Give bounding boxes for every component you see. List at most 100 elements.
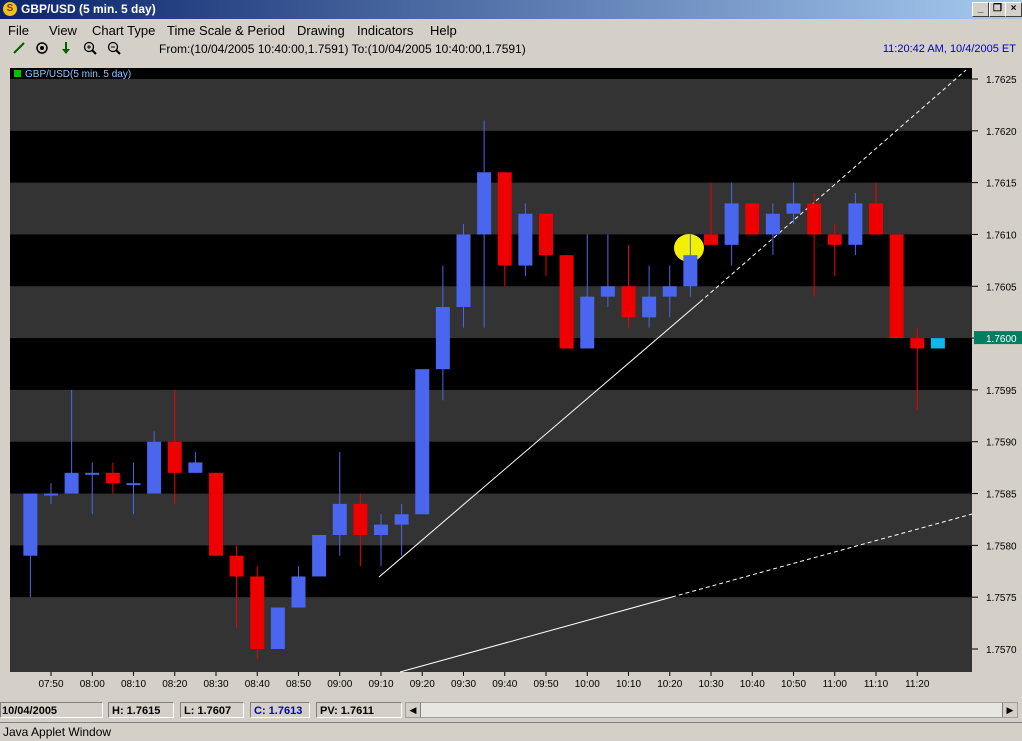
restore-icon[interactable]: ❐	[989, 2, 1006, 17]
scroll-right-icon[interactable]: ▶	[1002, 703, 1017, 717]
grid-band	[10, 649, 972, 672]
x-tick-label: 08:00	[80, 679, 105, 690]
candle-body	[23, 493, 38, 556]
candle-body	[724, 203, 739, 245]
x-tick-label: 08:30	[203, 679, 228, 690]
candle-body	[291, 576, 306, 608]
y-tick-label: 1.7575	[986, 593, 1017, 604]
candle-body	[559, 255, 574, 349]
candle-body	[167, 441, 182, 473]
candle-body	[105, 472, 120, 484]
candle-body	[374, 524, 388, 535]
minimize-icon[interactable]: _	[972, 2, 989, 17]
x-tick-label: 07:50	[38, 679, 63, 690]
candle-body	[188, 462, 203, 473]
x-tick-label: 08:40	[245, 679, 270, 690]
candle-body	[477, 172, 492, 235]
x-tick-label: 10:10	[616, 679, 641, 690]
x-tick-label: 11:20	[905, 679, 930, 690]
x-tick-label: 08:50	[286, 679, 311, 690]
y-tick-label: 1.7605	[986, 282, 1017, 293]
status-close: C: 1.7613	[250, 702, 310, 718]
candle-body	[435, 307, 450, 370]
arrow-down-tool-icon[interactable]	[57, 41, 75, 57]
grid-band	[10, 493, 972, 546]
menu-drawing[interactable]: Drawing	[297, 23, 345, 38]
application-icon: S	[3, 2, 17, 16]
x-tick-label: 10:30	[698, 679, 723, 690]
candlestick-chart[interactable]: 1.7625 1.7620 1.7615 1.7610 1.7605 1.7600 1.75…	[0, 60, 1022, 700]
candle-body	[85, 472, 100, 475]
scroll-left-icon[interactable]: ◀	[406, 703, 421, 717]
candle-body	[930, 338, 945, 349]
candle-body	[415, 369, 430, 515]
close-icon[interactable]: ×	[1005, 2, 1022, 17]
zoom-out-icon[interactable]	[105, 41, 123, 57]
menu-chart-type[interactable]: Chart Type	[92, 23, 155, 38]
candle-body	[229, 555, 244, 577]
candle-body	[44, 493, 58, 496]
candle-body	[621, 286, 636, 318]
plot-background	[10, 68, 972, 672]
y-tick-label: 1.7620	[986, 127, 1017, 138]
menu-help[interactable]: Help	[430, 23, 457, 38]
range-readout: From:(10/04/2005 10:40:00,1.7591) To:(10…	[159, 42, 526, 56]
y-tick-label: 1.7610	[986, 230, 1017, 241]
chart-area[interactable]: 1.7625 1.7620 1.7615 1.7610 1.7605 1.7600 1.75…	[0, 60, 1022, 700]
candle-body	[250, 576, 265, 649]
menu-time-scale[interactable]: Time Scale & Period	[167, 23, 285, 38]
candle-body	[765, 213, 780, 235]
candle-body	[662, 286, 677, 297]
menu-view[interactable]: View	[49, 23, 77, 38]
x-tick-label: 11:00	[823, 679, 848, 690]
x-tick-label: 09:10	[368, 679, 393, 690]
clock-readout: 11:20:42 AM, 10/4/2005 ET	[882, 43, 1016, 55]
x-tick-label: 09:40	[492, 679, 517, 690]
candle-body	[456, 234, 471, 307]
candle-body	[683, 255, 698, 287]
candle-body	[332, 503, 347, 535]
candle-body	[848, 203, 863, 245]
grid-band	[10, 286, 972, 339]
candle-body	[270, 607, 285, 649]
window-title: GBP/USD (5 min. 5 day)	[21, 2, 156, 16]
candle-body	[64, 472, 79, 494]
x-tick-label: 10:50	[781, 679, 806, 690]
y-tick-label: 1.7570	[986, 645, 1017, 656]
grid-band	[10, 79, 972, 131]
status-pv: PV: 1.7611	[316, 702, 402, 718]
y-tick-label: 1.7590	[986, 438, 1017, 449]
candle-body	[910, 338, 925, 349]
x-tick-label: 11:10	[864, 679, 889, 690]
point-tool-icon[interactable]	[33, 41, 51, 57]
candle-body	[539, 213, 553, 256]
status-datetime: 10/04/2005 10:35:00	[0, 702, 103, 733]
x-tick-label: 08:20	[162, 679, 187, 690]
menu-indicators[interactable]: Indicators	[357, 23, 413, 38]
candle-body	[312, 535, 327, 577]
candle-body	[126, 483, 141, 486]
x-tick-label: 09:20	[410, 679, 435, 690]
y-tick-label: 1.7595	[986, 386, 1017, 397]
candle-body	[869, 203, 883, 235]
trendline-tool-icon[interactable]	[10, 41, 28, 57]
x-tick-label: 10:20	[657, 679, 682, 690]
x-tick-label: 10:40	[740, 679, 765, 690]
horizontal-scrollbar[interactable]: ◀ ▶	[405, 702, 1018, 718]
status-high: H: 1.7615	[108, 702, 174, 718]
y-tick-label: 1.7580	[986, 541, 1017, 552]
candle-body	[704, 234, 718, 245]
candle-body	[600, 286, 615, 297]
x-tick-label: 09:50	[533, 679, 558, 690]
applet-footer-label: Java Applet Window	[3, 725, 112, 739]
title-bar: S GBP/USD (5 min. 5 day) _ ❐ ×	[0, 0, 1022, 19]
x-tick-label: 09:00	[327, 679, 352, 690]
candle-body	[786, 203, 801, 214]
grid-band	[10, 597, 972, 649]
y-tick-label: 1.7585	[986, 490, 1017, 501]
candle-body	[642, 296, 657, 318]
applet-footer: Java Applet Window	[0, 722, 1022, 741]
menu-file[interactable]: File	[8, 23, 29, 38]
zoom-in-icon[interactable]	[81, 41, 99, 57]
candle-body	[497, 172, 512, 266]
